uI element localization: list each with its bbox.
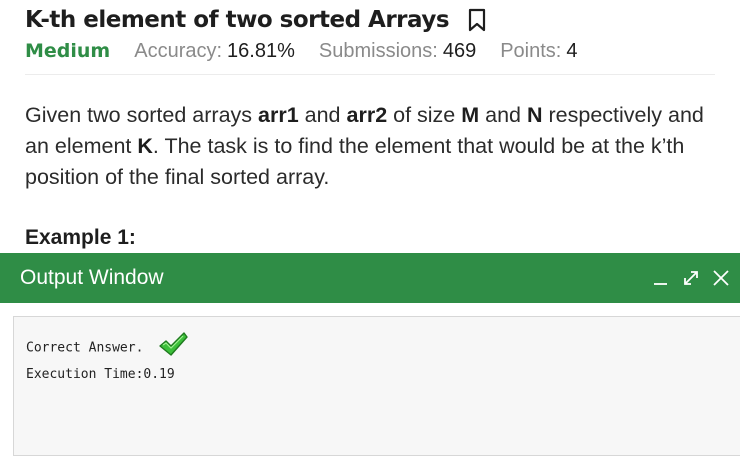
output-window-body: Correct Answer. Execution Time:0.19 [13,316,740,456]
submissions-value: 469 [442,39,477,62]
accuracy-stat: Accuracy: 16.81% [134,40,295,63]
problem-meta: Medium Accuracy: 16.81% Submissions: 469… [25,36,577,66]
window-controls [650,253,740,303]
output-window-header[interactable]: Output Window [0,253,740,303]
title-row: K-th element of two sorted Arrays [25,2,487,38]
submissions-label: Submissions: [318,39,438,62]
execution-time: Execution Time:0.19 [26,367,175,382]
minimize-icon[interactable] [650,267,672,289]
accuracy-value: 16.81% [227,39,295,62]
desc-m: M [461,103,480,127]
desc-n: N [527,103,543,127]
checkmark-icon [157,331,189,359]
close-icon[interactable] [710,267,732,289]
result-text: Correct Answer. [26,340,144,356]
desc-k: K [137,134,153,158]
output-window-title: Output Window [20,266,164,289]
result-line: Correct Answer. [26,332,189,359]
desc-arr1: arr1 [258,103,299,127]
problem-description: Given two sorted arrays arr1 and arr2 of… [25,100,725,193]
desc-text: and [479,103,527,127]
desc-arr2: arr2 [346,103,388,127]
bookmark-icon[interactable] [467,8,487,32]
submissions-stat: Submissions: 469 [319,40,476,63]
desc-text: Given two sorted arrays [25,103,259,127]
difficulty-label: Medium [25,40,111,62]
example-heading: Example 1: [25,226,136,249]
problem-title: K-th element of two sorted Arrays [25,7,450,33]
points-stat: Points: 4 [500,40,577,63]
divider [25,74,715,75]
desc-text: and [298,103,347,127]
points-value: 4 [566,39,578,62]
accuracy-label: Accuracy: [134,39,223,62]
expand-icon[interactable] [680,267,702,289]
points-label: Points: [500,39,562,62]
desc-text: of size [387,103,462,127]
